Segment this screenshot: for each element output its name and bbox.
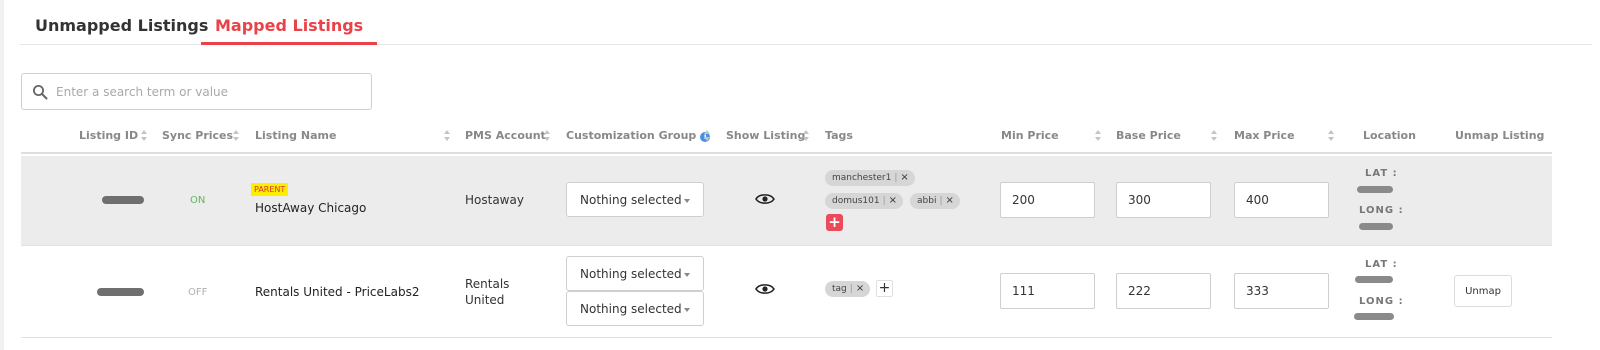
col-customization-group-label: Customization Group [566, 129, 697, 142]
add-tag-button[interactable]: + [826, 214, 843, 231]
select-value: Nothing selected [580, 302, 682, 316]
close-icon[interactable]: × [856, 283, 864, 294]
chevron-down-icon [684, 273, 690, 277]
table-row: ON PARENT HostAway Chicago Hostaway Noth… [21, 156, 1552, 246]
lat-value-redacted [1357, 186, 1393, 193]
chevron-down-icon [684, 308, 690, 312]
listing-name: Rentals United - PriceLabs2 [255, 285, 420, 299]
select-value: Nothing selected [580, 193, 682, 207]
long-value-redacted [1354, 313, 1394, 320]
sort-icon[interactable] [704, 130, 711, 142]
tag-chip: domus101 | × [825, 193, 903, 209]
min-price-input[interactable] [1000, 273, 1095, 309]
sort-icon[interactable] [1328, 130, 1335, 142]
col-pms-account[interactable]: PMS Account [465, 129, 546, 142]
col-tags: Tags [825, 129, 853, 142]
close-icon[interactable]: × [900, 172, 908, 183]
customization-group-select[interactable]: Nothing selected [566, 182, 704, 217]
lat-label: LAT : [1365, 259, 1398, 270]
parent-badge: PARENT [251, 183, 289, 196]
col-base-price[interactable]: Base Price [1116, 129, 1181, 142]
col-location: Location [1363, 129, 1416, 142]
chevron-down-icon [684, 199, 690, 203]
close-icon[interactable]: × [946, 195, 954, 206]
col-sync-prices[interactable]: Sync Prices [162, 129, 233, 142]
long-label: LONG : [1359, 205, 1404, 216]
base-price-input[interactable] [1116, 182, 1211, 218]
tag-label: abbi [917, 196, 937, 206]
col-listing-name[interactable]: Listing Name [255, 129, 336, 142]
table-row: OFF Rentals United - PriceLabs2 Rentals … [21, 246, 1552, 338]
col-show-listing[interactable]: Show Listing [726, 129, 805, 142]
tag-label: tag [832, 284, 847, 294]
listing-tabs: Unmapped Listings Mapped Listings [20, 0, 1592, 45]
pms-account: Rentals United [465, 277, 510, 307]
tag-chip: abbi | × [910, 193, 960, 209]
sync-status[interactable]: ON [190, 195, 205, 206]
sort-icon[interactable] [444, 130, 451, 142]
base-price-input[interactable] [1116, 273, 1211, 309]
customization-group-select[interactable]: Nothing selected [566, 256, 704, 291]
tag-chip: manchester1 | × [825, 170, 915, 186]
table-header: Listing ID Sync Prices Listing Name PMS … [21, 118, 1552, 154]
tag-chip: tag | × [825, 281, 871, 297]
sort-icon[interactable] [803, 130, 810, 142]
long-value-redacted [1359, 223, 1393, 230]
col-max-price[interactable]: Max Price [1234, 129, 1295, 142]
search-icon [33, 85, 48, 100]
col-min-price[interactable]: Min Price [1001, 129, 1059, 142]
lat-label: LAT : [1365, 168, 1398, 179]
customization-group-select[interactable]: Nothing selected [566, 291, 704, 326]
search-box [21, 73, 372, 110]
select-value: Nothing selected [580, 267, 682, 281]
add-tag-button[interactable]: + [876, 280, 893, 297]
tag-label: domus101 [832, 196, 880, 206]
lat-value-redacted [1355, 276, 1393, 283]
unmap-button[interactable]: Unmap [1454, 275, 1512, 307]
col-listing-id[interactable]: Listing ID [79, 129, 138, 142]
max-price-input[interactable] [1234, 182, 1329, 218]
col-customization-group[interactable]: Customization Group i [566, 129, 711, 142]
pms-account: Hostaway [465, 193, 524, 207]
sort-icon[interactable] [544, 130, 551, 142]
max-price-input[interactable] [1234, 273, 1329, 309]
page-left-border [0, 0, 4, 350]
tag-label: manchester1 [832, 173, 892, 183]
listing-id-redacted [97, 288, 144, 296]
sync-status[interactable]: OFF [188, 287, 207, 298]
listing-id-redacted [102, 196, 144, 204]
close-icon[interactable]: × [889, 195, 897, 206]
sort-icon[interactable] [141, 130, 148, 142]
col-unmap-listing: Unmap Listing [1455, 129, 1545, 142]
long-label: LONG : [1359, 296, 1404, 307]
sort-icon[interactable] [1211, 130, 1218, 142]
eye-icon[interactable] [755, 282, 775, 296]
eye-icon[interactable] [755, 192, 775, 206]
tab-unmapped-listings[interactable]: Unmapped Listings [35, 16, 208, 45]
min-price-input[interactable] [1000, 182, 1095, 218]
sort-icon[interactable] [233, 130, 240, 142]
search-input[interactable] [56, 75, 366, 108]
listing-name: HostAway Chicago [255, 201, 367, 215]
tab-mapped-listings[interactable]: Mapped Listings [201, 16, 378, 45]
sort-icon[interactable] [1095, 130, 1102, 142]
